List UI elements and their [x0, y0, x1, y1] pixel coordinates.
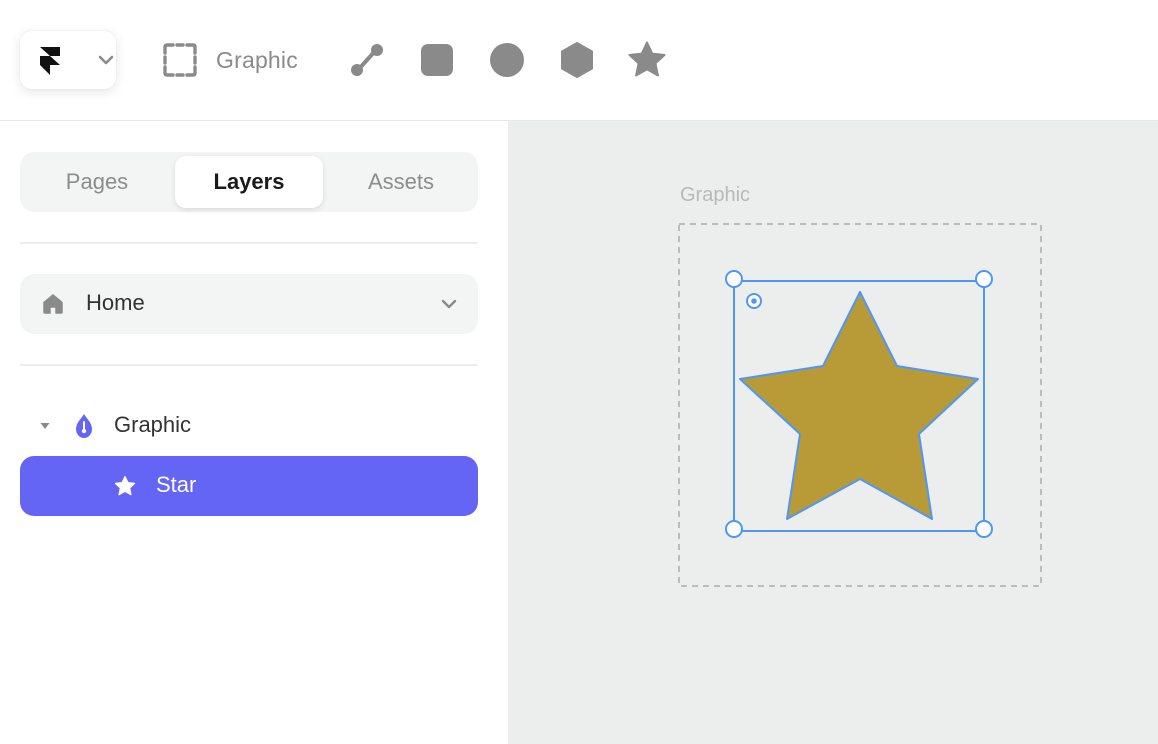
page-select-value: Home — [86, 290, 145, 315]
tab-layers[interactable]: Layers — [175, 156, 323, 208]
resize-handle-top-left[interactable] — [725, 270, 743, 288]
polygon-icon[interactable] — [557, 40, 597, 80]
graphic-tool-label: Graphic — [216, 46, 298, 73]
resize-handle-bottom-right[interactable] — [975, 520, 993, 538]
star-icon — [114, 475, 136, 496]
resize-handle-top-right[interactable] — [975, 270, 993, 288]
star-icon[interactable] — [627, 40, 667, 80]
left-sidebar: Pages Layers Assets Home Graphic Star — [0, 121, 508, 744]
layer-row-graphic[interactable]: Graphic — [20, 396, 478, 456]
rectangle-icon[interactable] — [417, 40, 457, 80]
circle-icon[interactable] — [487, 40, 527, 80]
graphic-frame[interactable] — [658, 211, 1078, 631]
page-select-dropdown[interactable]: Home — [20, 274, 478, 334]
layer-label: Star — [156, 472, 197, 497]
chevron-down-icon — [98, 55, 114, 65]
framer-logo-icon — [40, 47, 60, 75]
tab-pages[interactable]: Pages — [20, 156, 174, 208]
divider — [20, 364, 478, 366]
resize-handle-bottom-left[interactable] — [725, 520, 743, 538]
layer-row-star[interactable]: Star — [20, 456, 478, 516]
star-shape[interactable] — [739, 291, 979, 520]
frame-icon — [163, 43, 197, 77]
pen-nib-icon — [76, 414, 92, 438]
layer-label: Graphic — [114, 412, 192, 437]
path-icon[interactable] — [347, 40, 387, 80]
app-window: Graphic Pages Layers Assets Home Graphic… — [0, 0, 1158, 744]
top-toolbar: Graphic — [0, 0, 1158, 121]
graphic-tool-button[interactable]: Graphic — [162, 40, 298, 80]
divider — [20, 242, 478, 244]
home-icon — [43, 294, 63, 314]
canvas[interactable]: Graphic — [508, 121, 1158, 744]
chevron-down-icon — [441, 299, 457, 309]
sidebar-tabs: Pages Layers Assets — [20, 152, 478, 212]
tab-assets[interactable]: Assets — [324, 156, 478, 208]
app-menu-button[interactable] — [20, 31, 116, 89]
origin-indicator-dot — [751, 298, 757, 304]
caret-down-icon[interactable] — [40, 422, 50, 430]
frame-label[interactable]: Graphic — [680, 184, 750, 207]
